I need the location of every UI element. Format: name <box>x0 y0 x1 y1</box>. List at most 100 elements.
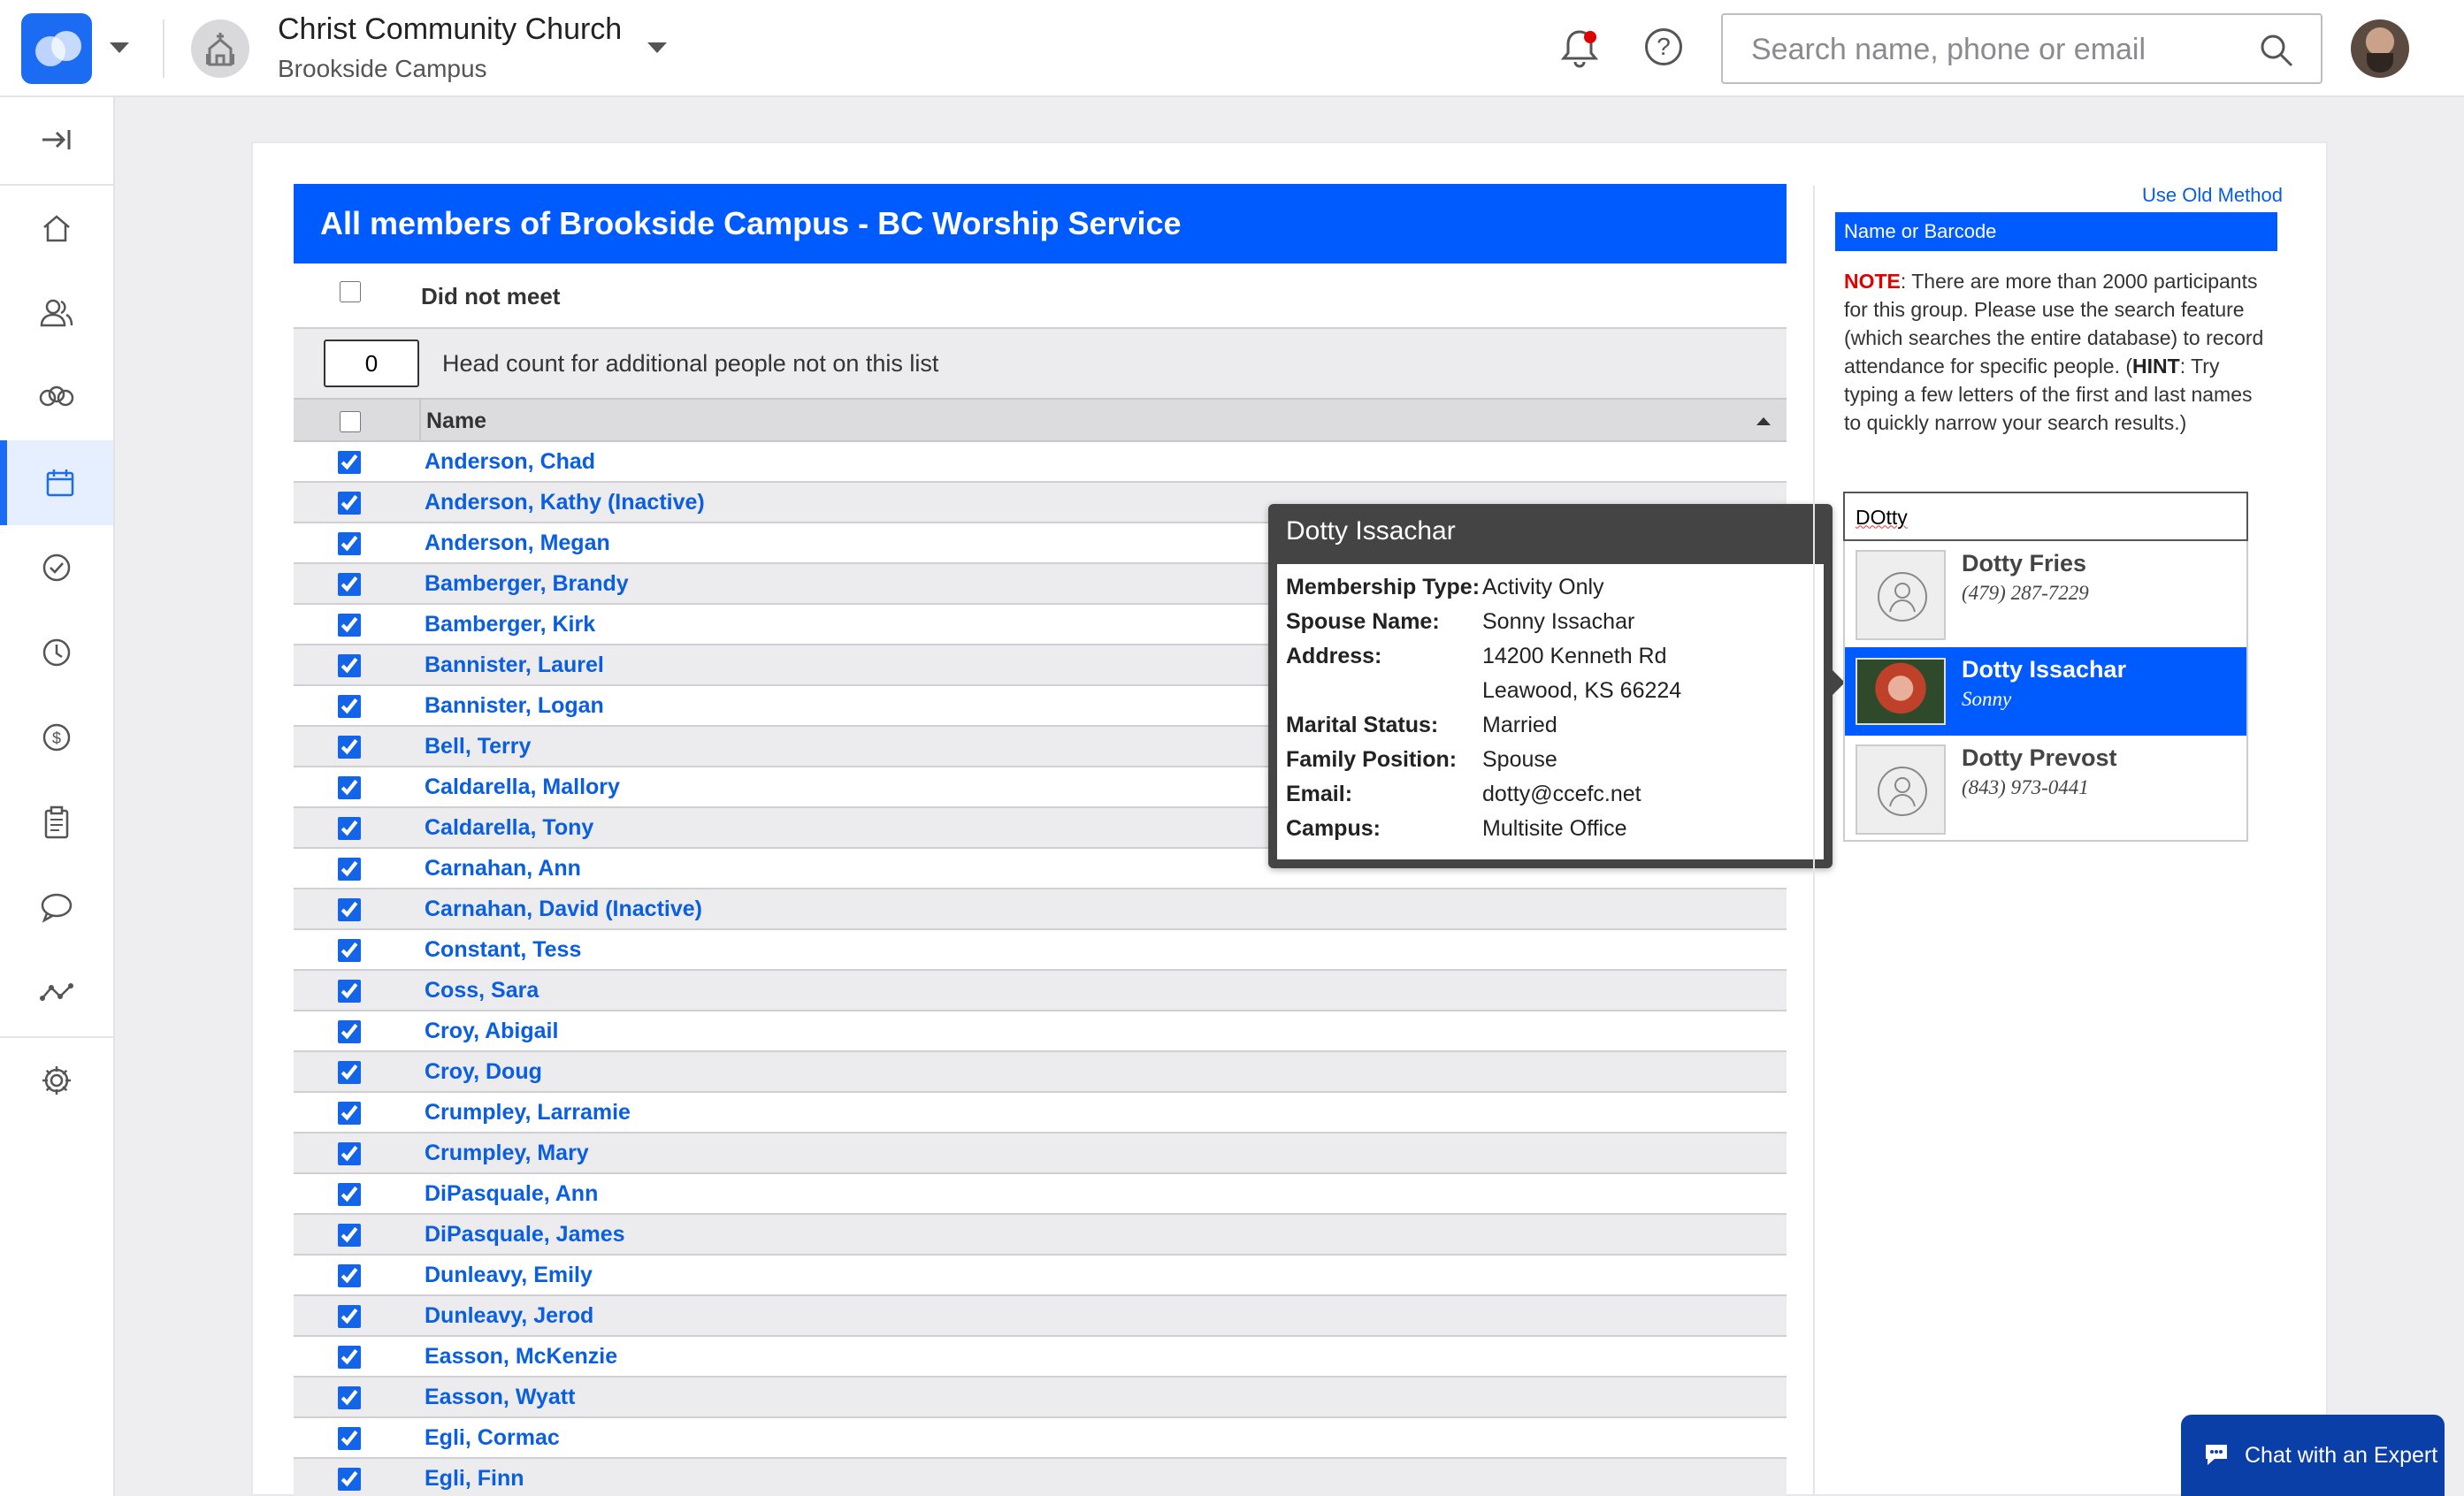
app-menu-caret-icon[interactable] <box>110 42 129 53</box>
member-name-link[interactable]: Easson, Wyatt <box>425 1385 575 1410</box>
member-name-link[interactable]: Crumpley, Larramie <box>425 1100 631 1126</box>
campus-switcher-caret-icon[interactable] <box>647 42 667 53</box>
chat-with-expert-button[interactable]: Chat with an Expert <box>2181 1415 2445 1496</box>
member-name-link[interactable]: Bamberger, Brandy <box>425 571 629 597</box>
svg-text:$: $ <box>52 729 61 747</box>
search-result-item[interactable]: Dotty Issachar Sonny <box>1845 647 2246 736</box>
attendance-checkbox[interactable] <box>338 817 361 840</box>
sort-ascending-icon[interactable] <box>1756 417 1771 425</box>
analytics-icon[interactable] <box>0 950 113 1034</box>
attendance-checkbox[interactable] <box>338 573 361 596</box>
table-row: Croy, Doug <box>294 1052 1787 1093</box>
result-name: Dotty Issachar <box>1962 656 2127 683</box>
head-count-input[interactable] <box>324 340 419 387</box>
clipboard-icon[interactable] <box>0 780 113 865</box>
sidebar: $ <box>0 97 115 1496</box>
attendance-checkbox[interactable] <box>338 532 361 555</box>
attendance-checkbox[interactable] <box>338 614 361 637</box>
attendance-checkbox[interactable] <box>338 858 361 881</box>
member-name-link[interactable]: Dunleavy, Emily <box>425 1263 593 1288</box>
select-all-checkbox[interactable] <box>340 411 361 432</box>
member-name-link[interactable]: Croy, Doug <box>425 1059 542 1085</box>
member-name-link[interactable]: Croy, Abigail <box>425 1019 558 1044</box>
member-name-link[interactable]: Bannister, Laurel <box>425 653 604 678</box>
notifications-bell-icon[interactable] <box>1558 27 1601 75</box>
collapse-sidebar-icon[interactable] <box>0 97 113 182</box>
app-logo[interactable] <box>21 13 92 84</box>
people-icon[interactable] <box>0 271 113 355</box>
search-icon[interactable] <box>2259 33 2294 68</box>
attendance-checkbox[interactable] <box>338 654 361 677</box>
did-not-meet-checkbox[interactable] <box>340 281 361 302</box>
attendance-checkbox[interactable] <box>338 1346 361 1369</box>
church-name[interactable]: Christ Community Church <box>278 12 622 47</box>
search-result-item[interactable]: Dotty Fries (479) 287-7229 <box>1845 541 2246 645</box>
attendance-checkbox[interactable] <box>338 980 361 1003</box>
attendance-checkbox[interactable] <box>338 1061 361 1084</box>
attendance-checkbox[interactable] <box>338 1183 361 1206</box>
groups-icon[interactable] <box>0 355 113 440</box>
attendance-checkbox[interactable] <box>338 1224 361 1247</box>
attendance-checkbox[interactable] <box>338 451 361 474</box>
member-name-link[interactable]: Egli, Cormac <box>425 1425 560 1451</box>
member-name-link[interactable]: Bannister, Logan <box>425 693 604 719</box>
member-name-link[interactable]: DiPasquale, James <box>425 1222 625 1248</box>
member-name-link[interactable]: Bamberger, Kirk <box>425 612 595 637</box>
member-name-link[interactable]: DiPasquale, Ann <box>425 1181 598 1207</box>
attendance-checkbox[interactable] <box>338 1142 361 1165</box>
attendance-checkbox[interactable] <box>338 1468 361 1491</box>
attendance-checkbox[interactable] <box>338 898 361 921</box>
member-name-link[interactable]: Anderson, Kathy (Inactive) <box>425 490 705 515</box>
member-name-link[interactable]: Constant, Tess <box>425 937 581 963</box>
popup-field-label: Email: <box>1286 781 1353 806</box>
attendance-checkbox[interactable] <box>338 1020 361 1043</box>
divider <box>163 19 165 78</box>
name-search-input[interactable] <box>1856 502 2227 532</box>
result-detail: Sonny <box>1962 688 2012 710</box>
name-column-header[interactable]: Name <box>426 408 486 434</box>
attendance-checkbox[interactable] <box>338 939 361 962</box>
member-name-link[interactable]: Easson, McKenzie <box>425 1344 617 1370</box>
table-header: Name <box>294 398 1787 442</box>
clock-icon[interactable] <box>0 610 113 695</box>
member-name-link[interactable]: Egli, Finn <box>425 1466 524 1492</box>
attendance-checkbox[interactable] <box>338 492 361 515</box>
search-result-item[interactable]: Dotty Prevost (843) 973-0441 <box>1845 736 2246 835</box>
attendance-checkbox[interactable] <box>338 1427 361 1450</box>
member-name-link[interactable]: Caldarella, Mallory <box>425 775 620 800</box>
member-name-link[interactable]: Bell, Terry <box>425 734 531 759</box>
chat-icon[interactable] <box>0 865 113 950</box>
search-results: Dotty Fries (479) 287-7229 Dotty Issachar S… <box>1843 541 2248 842</box>
top-bar: Christ Community Church Brookside Campus… <box>0 0 2464 97</box>
table-row: Croy, Abigail <box>294 1011 1787 1052</box>
use-old-method-link[interactable]: Use Old Method <box>2142 184 2283 207</box>
member-name-link[interactable]: Caldarella, Tony <box>425 815 593 841</box>
member-name-link[interactable]: Anderson, Megan <box>425 530 610 556</box>
attendance-checkbox[interactable] <box>338 695 361 718</box>
attendance-checkbox[interactable] <box>338 1386 361 1409</box>
member-name-link[interactable]: Crumpley, Mary <box>425 1141 589 1166</box>
check-circle-icon[interactable] <box>0 525 113 610</box>
global-search-input[interactable] <box>1751 31 2246 68</box>
attendance-checkbox[interactable] <box>338 736 361 759</box>
help-icon[interactable]: ? <box>1645 28 1682 65</box>
gear-icon[interactable] <box>0 1038 113 1123</box>
calendar-icon[interactable] <box>0 440 113 525</box>
attendance-checkbox[interactable] <box>338 776 361 799</box>
dollar-icon[interactable]: $ <box>0 695 113 780</box>
attendance-checkbox[interactable] <box>338 1102 361 1125</box>
table-row: Carnahan, David (Inactive) <box>294 889 1787 930</box>
member-name-link[interactable]: Carnahan, Ann <box>425 856 581 882</box>
member-name-link[interactable]: Carnahan, David (Inactive) <box>425 897 702 922</box>
attendance-checkbox[interactable] <box>338 1305 361 1328</box>
church-icon[interactable] <box>191 19 249 78</box>
attendance-checkbox[interactable] <box>338 1264 361 1287</box>
member-name-link[interactable]: Anderson, Chad <box>425 449 595 475</box>
campus-name[interactable]: Brookside Campus <box>278 55 487 83</box>
home-icon[interactable] <box>0 186 113 271</box>
user-avatar[interactable] <box>2351 19 2409 78</box>
member-name-link[interactable]: Coss, Sara <box>425 978 539 1004</box>
name-search-field[interactable] <box>1843 492 2248 541</box>
global-search[interactable] <box>1721 13 2322 84</box>
member-name-link[interactable]: Dunleavy, Jerod <box>425 1303 593 1329</box>
